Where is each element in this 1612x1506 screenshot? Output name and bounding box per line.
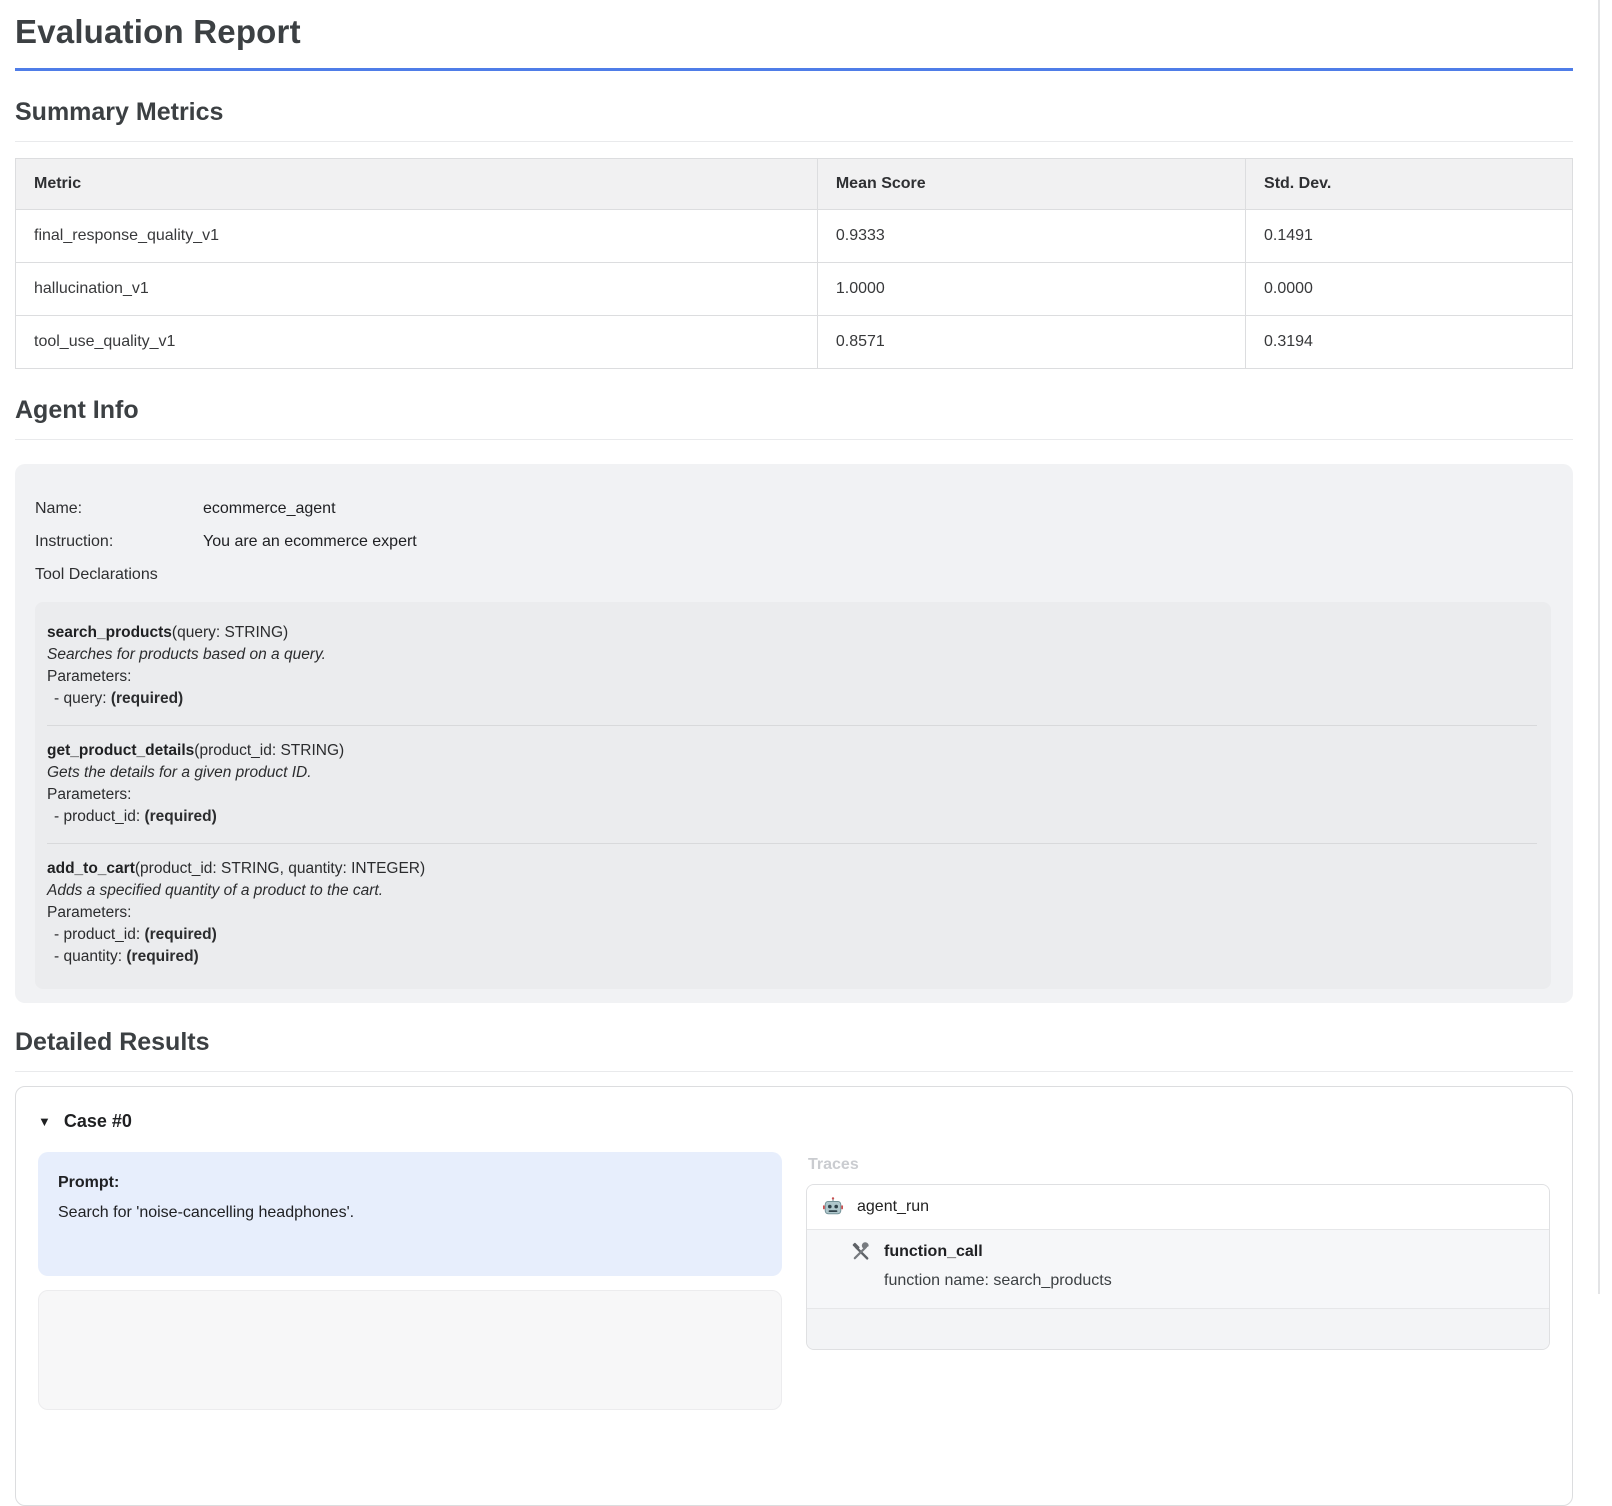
table-header-row: Metric Mean Score Std. Dev. bbox=[16, 159, 1573, 210]
table-row: tool_use_quality_v1 0.8571 0.3194 bbox=[16, 316, 1573, 369]
tools-icon bbox=[851, 1242, 871, 1262]
section-divider bbox=[15, 1071, 1573, 1072]
tool-declaration: search_products(query: STRING) Searches … bbox=[47, 608, 1537, 725]
tool-description: Adds a specified quantity of a product t… bbox=[47, 880, 1537, 902]
response-box-partial bbox=[38, 1290, 782, 1410]
trace-row-function-call[interactable]: function_call bbox=[807, 1238, 1549, 1262]
agent-info-panel: Name: ecommerce_agent Instruction: You a… bbox=[15, 464, 1573, 1003]
parameter-required-badge: (required) bbox=[126, 948, 198, 965]
col-header-mean-score: Mean Score bbox=[817, 159, 1245, 210]
case-traces-column: Traces bbox=[806, 1152, 1550, 1350]
collapse-triangle-icon: ▼ bbox=[38, 1114, 51, 1129]
tool-signature-line: add_to_cart(product_id: STRING, quantity… bbox=[47, 858, 1537, 880]
detailed-results-section: Detailed Results ▼ Case #0 Prompt: Searc… bbox=[15, 1027, 1573, 1506]
traces-label: Traces bbox=[808, 1156, 1550, 1174]
summary-metrics-section: Summary Metrics Metric Mean Score Std. D… bbox=[15, 97, 1573, 369]
agent-info-section: Agent Info Name: ecommerce_agent Instruc… bbox=[15, 395, 1573, 1003]
std-dev-cell: 0.0000 bbox=[1246, 263, 1573, 316]
parameter-name: - product_id: bbox=[54, 808, 144, 825]
case-card: ▼ Case #0 Prompt: Search for 'noise-canc… bbox=[15, 1086, 1573, 1506]
table-row: final_response_quality_v1 0.9333 0.1491 bbox=[16, 210, 1573, 263]
prompt-box: Prompt: Search for 'noise-cancelling hea… bbox=[38, 1152, 782, 1276]
agent-instruction-value: You are an ecommerce expert bbox=[203, 531, 417, 553]
std-dev-cell: 0.3194 bbox=[1246, 316, 1573, 369]
agent-instruction-row: Instruction: You are an ecommerce expert bbox=[35, 531, 1551, 553]
parameter-line: - product_id: (required) bbox=[47, 806, 1537, 828]
prompt-label: Prompt: bbox=[58, 1174, 762, 1192]
evaluation-report-page: Evaluation Report Summary Metrics Metric… bbox=[0, 0, 1612, 1294]
case-left-column: Prompt: Search for 'noise-cancelling hea… bbox=[38, 1152, 782, 1410]
tool-signature: (query: STRING) bbox=[172, 624, 288, 641]
std-dev-cell: 0.1491 bbox=[1246, 210, 1573, 263]
parameter-required-badge: (required) bbox=[111, 690, 183, 707]
summary-metrics-table: Metric Mean Score Std. Dev. final_respon… bbox=[15, 158, 1573, 369]
metric-name-cell: hallucination_v1 bbox=[16, 263, 818, 316]
trace-function-name: function name: search_products bbox=[807, 1262, 1549, 1302]
parameters-label: Parameters: bbox=[47, 784, 1537, 806]
detailed-results-heading: Detailed Results bbox=[15, 1027, 1573, 1057]
parameters-label: Parameters: bbox=[47, 666, 1537, 688]
trace-root-label: agent_run bbox=[857, 1198, 929, 1216]
parameter-line: - query: (required) bbox=[47, 688, 1537, 710]
col-header-metric: Metric bbox=[16, 159, 818, 210]
agent-instruction-label: Instruction: bbox=[35, 531, 203, 553]
parameter-line: - quantity: (required) bbox=[47, 946, 1537, 968]
col-header-std-dev: Std. Dev. bbox=[1246, 159, 1573, 210]
parameter-name: - product_id: bbox=[54, 926, 144, 943]
tool-description: Gets the details for a given product ID. bbox=[47, 762, 1537, 784]
case-collapse-header[interactable]: ▼ Case #0 bbox=[38, 1111, 1550, 1132]
parameter-required-badge: (required) bbox=[144, 808, 216, 825]
parameter-name: - quantity: bbox=[54, 948, 126, 965]
parameter-line: - product_id: (required) bbox=[47, 924, 1537, 946]
trace-child-section: function_call function name: search_prod… bbox=[807, 1229, 1549, 1309]
tool-declaration: get_product_details(product_id: STRING) … bbox=[47, 725, 1537, 843]
viewport-right-edge bbox=[1598, 0, 1600, 1294]
parameter-name: - query: bbox=[54, 690, 111, 707]
traces-tree-panel: agent_run bbox=[806, 1184, 1550, 1350]
trace-next-row-partial bbox=[807, 1309, 1549, 1349]
mean-score-cell: 0.8571 bbox=[817, 316, 1245, 369]
trace-row-agent-run[interactable]: agent_run bbox=[807, 1185, 1549, 1229]
agent-name-value: ecommerce_agent bbox=[203, 498, 336, 520]
tool-name: search_products bbox=[47, 624, 172, 641]
agent-info-heading: Agent Info bbox=[15, 395, 1573, 425]
title-accent-divider bbox=[15, 68, 1573, 71]
prompt-text: Search for 'noise-cancelling headphones'… bbox=[58, 1204, 762, 1222]
robot-icon bbox=[822, 1196, 844, 1218]
tool-signature-line: get_product_details(product_id: STRING) bbox=[47, 740, 1537, 762]
mean-score-cell: 0.9333 bbox=[817, 210, 1245, 263]
agent-name-row: Name: ecommerce_agent bbox=[35, 498, 1551, 520]
tool-signature: (product_id: STRING, quantity: INTEGER) bbox=[135, 860, 425, 877]
trace-child-label: function_call bbox=[884, 1243, 983, 1261]
tool-name: add_to_cart bbox=[47, 860, 135, 877]
tool-declaration: add_to_cart(product_id: STRING, quantity… bbox=[47, 843, 1537, 983]
case-title: Case #0 bbox=[64, 1111, 132, 1132]
metric-name-cell: tool_use_quality_v1 bbox=[16, 316, 818, 369]
tool-declarations-label: Tool Declarations bbox=[35, 564, 1551, 586]
tool-declarations-panel: search_products(query: STRING) Searches … bbox=[35, 602, 1551, 989]
page-title: Evaluation Report bbox=[15, 12, 1573, 52]
metric-name-cell: final_response_quality_v1 bbox=[16, 210, 818, 263]
parameters-label: Parameters: bbox=[47, 902, 1537, 924]
agent-name-label: Name: bbox=[35, 498, 203, 520]
section-divider bbox=[15, 141, 1573, 142]
section-divider bbox=[15, 439, 1573, 440]
tool-signature-line: search_products(query: STRING) bbox=[47, 622, 1537, 644]
case-content-grid: Prompt: Search for 'noise-cancelling hea… bbox=[38, 1152, 1550, 1410]
table-row: hallucination_v1 1.0000 0.0000 bbox=[16, 263, 1573, 316]
summary-metrics-heading: Summary Metrics bbox=[15, 97, 1573, 127]
mean-score-cell: 1.0000 bbox=[817, 263, 1245, 316]
tool-signature: (product_id: STRING) bbox=[194, 742, 344, 759]
parameter-required-badge: (required) bbox=[144, 926, 216, 943]
tool-description: Searches for products based on a query. bbox=[47, 644, 1537, 666]
tool-name: get_product_details bbox=[47, 742, 194, 759]
